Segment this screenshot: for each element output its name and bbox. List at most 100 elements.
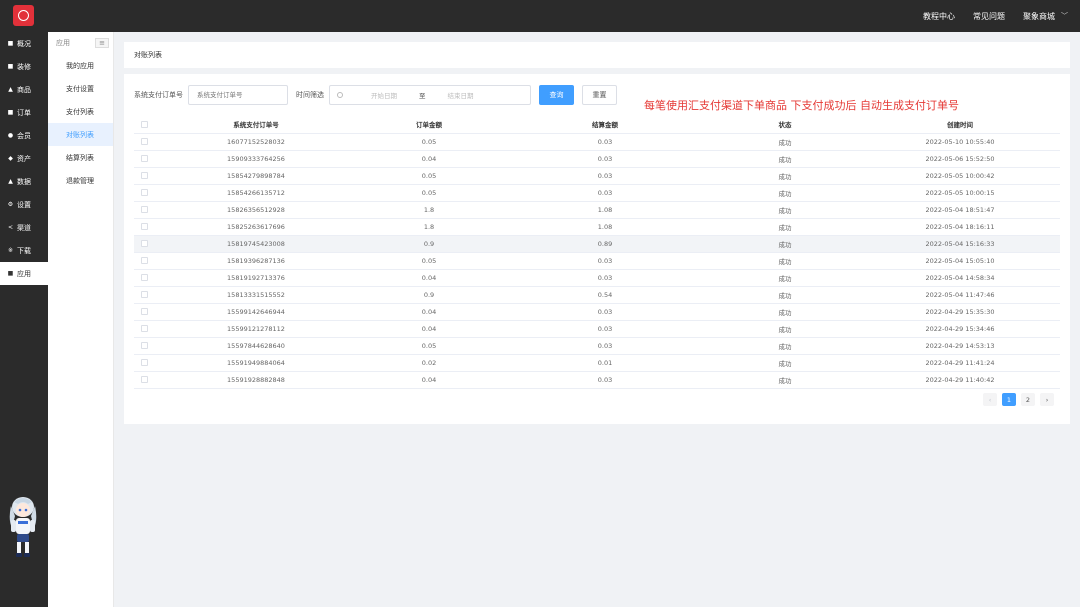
top-link-faq[interactable]: 常见问题 [973,11,1005,22]
brand-logo[interactable] [13,5,34,26]
search-button[interactable]: 查询 [539,85,574,105]
row-checkbox[interactable] [140,274,148,281]
clock-icon [337,92,343,98]
table-row[interactable]: 15597844628640 0.05 0.03 成功 2022-04-29 14:53… [134,337,1060,355]
table-row[interactable]: 15854266135712 0.05 0.03 成功 2022-05-05 10:00… [134,184,1060,202]
row-checkbox[interactable] [140,308,148,315]
apps-icon: ■ [7,270,14,277]
download-icon: ※ [7,247,14,254]
sidebar-item-assets[interactable]: ◆ 资产 [0,147,48,170]
main-panel: 系统支付订单号 时间筛选 开始日期 至 结束日期 查询 重置 每笔使用汇支付渠道… [124,74,1070,424]
sidebar-item-members[interactable]: ● 会员 [0,124,48,147]
end-date-input[interactable]: 结束日期 [430,90,492,100]
cell-order-no: 15597844628640 [154,337,358,355]
sidebar-item-orders[interactable]: ■ 订单 [0,101,48,124]
table-row[interactable]: 15854279898784 0.05 0.03 成功 2022-05-05 10:00… [134,167,1060,185]
table-row[interactable]: 15599142646944 0.04 0.03 成功 2022-04-29 15:35… [134,303,1060,321]
menu-toggle-icon[interactable]: ≡ [95,38,109,48]
logo-mark-icon [18,10,29,21]
table-row[interactable]: 15819396287136 0.05 0.03 成功 2022-05-04 15:05… [134,252,1060,270]
col-header-order-no: 系统支付订单号 [154,116,358,134]
prev-page-button[interactable]: ‹ [983,393,997,406]
gear-icon: ⚙ [7,201,14,208]
assets-icon: ◆ [8,155,13,162]
page-button-2[interactable]: 2 [1021,393,1035,406]
row-checkbox[interactable] [140,240,148,247]
sidebar-item-overview[interactable]: ■ 概况 [0,32,48,55]
data-icon: ▲ [8,178,13,185]
subnav-item-payment-list[interactable]: 支付列表 [48,100,113,123]
order-no-input[interactable] [188,85,288,105]
row-checkbox[interactable] [140,172,148,179]
table-row[interactable]: 15599121278112 0.04 0.03 成功 2022-04-29 15:34… [134,320,1060,338]
row-checkbox[interactable] [140,376,148,383]
top-link-tutorials[interactable]: 教程中心 [923,11,955,22]
cell-order-amount: 0.05 [358,184,500,202]
table-row[interactable]: 15591928882848 0.04 0.03 成功 2022-04-29 11:40… [134,371,1060,389]
subnav-item-payment-settings[interactable]: 支付设置 [48,77,113,100]
row-checkbox[interactable] [140,257,148,264]
cell-order-no: 15825263617696 [154,218,358,236]
table-row[interactable]: 15909333764256 0.04 0.03 成功 2022-05-06 15:52… [134,150,1060,168]
row-checkbox[interactable] [140,342,148,349]
row-select-cell [134,150,154,168]
sidebar-item-products[interactable]: ▲ 商品 [0,78,48,101]
chevron-down-icon[interactable]: ﹀ [1061,11,1068,21]
sidebar-item-download[interactable]: ※ 下载 [0,239,48,262]
row-checkbox[interactable] [140,223,148,230]
cell-order-amount: 0.04 [358,303,500,321]
page-button-1[interactable]: 1 [1002,393,1016,406]
table-row[interactable]: 15819192713376 0.04 0.03 成功 2022-05-04 14:58… [134,269,1060,287]
sidebar-item-label: 会员 [17,131,31,140]
subnav-item-refunds[interactable]: 退款管理 [48,169,113,192]
table-row[interactable]: 15826356512928 1.8 1.08 成功 2022-05-04 18:51:… [134,201,1060,219]
reset-button[interactable]: 重置 [582,85,617,105]
cell-created-time: 2022-04-29 11:41:24 [860,354,1060,372]
cell-settle-amount: 0.03 [500,150,710,168]
row-select-cell [134,184,154,202]
row-checkbox[interactable] [140,359,148,366]
sidebar-item-label: 设置 [17,200,31,209]
start-date-input[interactable]: 开始日期 [353,90,415,100]
sidebar-item-channels[interactable]: < 渠道 [0,216,48,239]
table-row[interactable]: 15813331515552 0.9 0.54 成功 2022-05-04 11:47:… [134,286,1060,304]
cell-created-time: 2022-05-04 18:16:11 [860,218,1060,236]
subnav-item-settlement-list[interactable]: 结算列表 [48,146,113,169]
sidebar-item-decoration[interactable]: ■ 装修 [0,55,48,78]
date-range-picker[interactable]: 开始日期 至 结束日期 [329,85,531,105]
cell-settle-amount: 1.08 [500,201,710,219]
notice-text: 每笔使用汇支付渠道下单商品 下支付成功后 自动生成支付订单号 [644,99,959,112]
cell-settle-amount: 0.03 [500,252,710,270]
cell-status: 成功 [710,167,860,185]
cell-created-time: 2022-05-05 10:00:15 [860,184,1060,202]
cell-created-time: 2022-05-04 11:47:46 [860,286,1060,304]
row-select-cell [134,167,154,185]
subnav-item-reconciliation-list[interactable]: 对账列表 [48,123,113,146]
row-checkbox[interactable] [140,325,148,332]
cell-status: 成功 [710,133,860,151]
next-page-button[interactable]: › [1040,393,1054,406]
sidebar-item-data[interactable]: ▲ 数据 [0,170,48,193]
cell-settle-amount: 0.03 [500,303,710,321]
cell-order-amount: 0.05 [358,167,500,185]
select-all-checkbox[interactable] [140,120,148,128]
table-row[interactable]: 16077152528032 0.05 0.03 成功 2022-05-10 10:55… [134,133,1060,151]
row-checkbox[interactable] [140,206,148,213]
page-title: 对账列表 [134,51,162,59]
table-row[interactable]: 15591949884064 0.02 0.01 成功 2022-04-29 11:41… [134,354,1060,372]
table-row[interactable]: 15819745423008 0.9 0.89 成功 2022-05-04 15:16:… [134,235,1060,253]
row-checkbox[interactable] [140,189,148,196]
cell-order-no: 15591949884064 [154,354,358,372]
share-icon: < [7,224,14,231]
table-row[interactable]: 15825263617696 1.8 1.08 成功 2022-05-04 18:16:… [134,218,1060,236]
top-link-mall[interactable]: 聚象商城 [1023,11,1055,22]
table-header-row: 系统支付订单号 订单金额 结算金额 状态 创建时间 [134,116,1060,134]
decoration-icon: ■ [7,63,14,70]
row-checkbox[interactable] [140,155,148,162]
row-checkbox[interactable] [140,291,148,298]
sidebar-item-apps[interactable]: ■ 应用 [0,262,48,285]
row-checkbox[interactable] [140,138,148,145]
sidebar-item-settings[interactable]: ⚙ 设置 [0,193,48,216]
cell-settle-amount: 0.03 [500,269,710,287]
subnav-item-my-apps[interactable]: 我的应用 [48,54,113,77]
